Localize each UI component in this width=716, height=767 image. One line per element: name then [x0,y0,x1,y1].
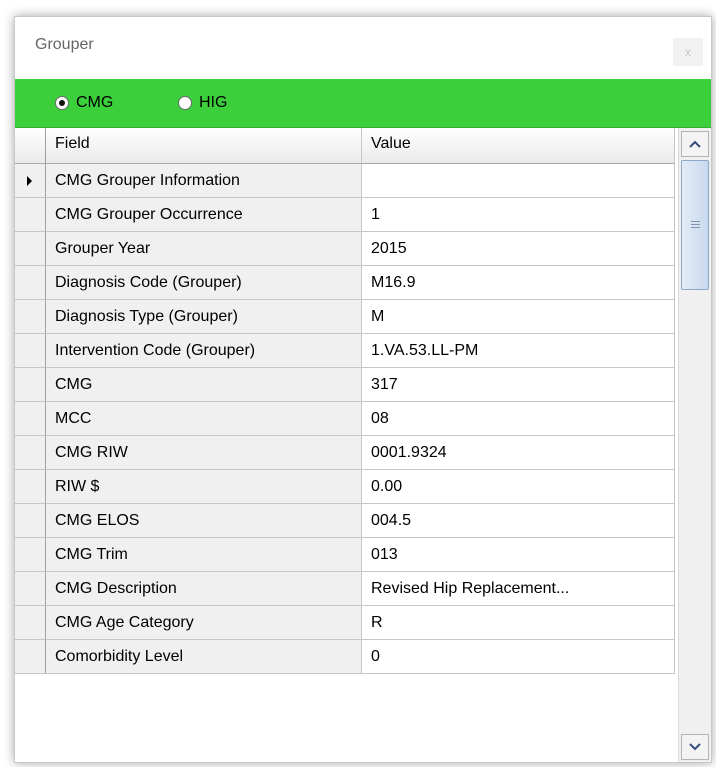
table-row[interactable]: CMG Trim 013 [15,538,675,572]
value-cell[interactable]: 0001.9324 [362,436,675,470]
value-cell[interactable]: M16.9 [362,266,675,300]
table-row[interactable]: CMG Grouper Information [15,164,675,198]
field-cell[interactable]: Diagnosis Code (Grouper) [46,266,362,300]
table-row[interactable]: Diagnosis Code (Grouper) M16.9 [15,266,675,300]
grip-line [691,224,700,225]
value-cell[interactable] [362,164,675,198]
radio-unchecked-icon [178,96,192,110]
table-row[interactable]: Comorbidity Level 0 [15,640,675,674]
row-header[interactable] [15,538,46,572]
value-cell[interactable]: 0 [362,640,675,674]
field-cell[interactable]: CMG Age Category [46,606,362,640]
row-header[interactable] [15,470,46,504]
cmg-radio-label: CMG [76,94,114,111]
value-cell[interactable]: 1.VA.53.LL-PM [362,334,675,368]
window-title: Grouper [35,36,94,53]
hig-radio[interactable]: HIG [178,91,227,115]
grid-header-row: Field Value [15,128,675,164]
scroll-down-button[interactable] [681,734,709,760]
field-cell[interactable]: Diagnosis Type (Grouper) [46,300,362,334]
row-header[interactable] [15,198,46,232]
field-cell[interactable]: RIW $ [46,470,362,504]
grouper-type-toolbar: CMG HIG [15,79,711,128]
table-row[interactable]: CMG RIW 0001.9324 [15,436,675,470]
row-header[interactable] [15,436,46,470]
chevron-up-icon [689,140,701,148]
value-cell[interactable]: 013 [362,538,675,572]
radio-checked-icon [55,96,69,110]
table-row[interactable]: MCC 08 [15,402,675,436]
table-row[interactable]: CMG Description Revised Hip Replacement..… [15,572,675,606]
scroll-up-button[interactable] [681,131,709,157]
chevron-down-icon [689,743,701,751]
row-header[interactable] [15,368,46,402]
grip-line [691,227,700,228]
row-header[interactable] [15,266,46,300]
field-cell[interactable]: CMG Grouper Information [46,164,362,198]
close-button[interactable]: x [673,38,703,66]
value-cell[interactable]: 004.5 [362,504,675,538]
column-header-value[interactable]: Value [362,128,675,164]
value-cell[interactable]: 0.00 [362,470,675,504]
table-row[interactable]: CMG Grouper Occurrence 1 [15,198,675,232]
field-cell[interactable]: CMG ELOS [46,504,362,538]
field-value-grid[interactable]: Field Value CMG Grouper Information CMG G… [15,128,711,762]
row-header[interactable] [15,334,46,368]
row-header[interactable] [15,606,46,640]
row-header[interactable] [15,504,46,538]
row-header[interactable] [15,232,46,266]
row-header-corner [15,128,46,164]
close-icon: x [685,45,691,59]
table-row[interactable]: CMG Age Category R [15,606,675,640]
value-cell[interactable]: 317 [362,368,675,402]
current-row-arrow-icon [27,176,32,186]
value-cell[interactable]: R [362,606,675,640]
row-header[interactable] [15,164,46,198]
field-cell[interactable]: Intervention Code (Grouper) [46,334,362,368]
field-cell[interactable]: CMG Description [46,572,362,606]
field-cell[interactable]: CMG Trim [46,538,362,572]
row-header[interactable] [15,640,46,674]
scroll-thumb[interactable] [681,160,709,290]
field-cell[interactable]: CMG Grouper Occurrence [46,198,362,232]
grouper-window: Grouper x CMG HIG Field Value CMG Groupe… [14,16,712,763]
field-cell[interactable]: CMG [46,368,362,402]
field-cell[interactable]: Comorbidity Level [46,640,362,674]
row-header[interactable] [15,300,46,334]
value-cell[interactable]: 2015 [362,232,675,266]
value-cell[interactable]: 08 [362,402,675,436]
hig-radio-label: HIG [199,94,228,111]
column-header-field[interactable]: Field [46,128,362,164]
cmg-radio[interactable]: CMG [55,91,113,115]
row-header[interactable] [15,572,46,606]
value-cell[interactable]: 1 [362,198,675,232]
title-bar: Grouper x [15,17,711,79]
field-cell[interactable]: CMG RIW [46,436,362,470]
value-cell[interactable]: M [362,300,675,334]
table-row[interactable]: Grouper Year 2015 [15,232,675,266]
table-row[interactable]: Intervention Code (Grouper) 1.VA.53.LL-PM [15,334,675,368]
table-row[interactable]: CMG ELOS 004.5 [15,504,675,538]
grip-line [691,221,700,222]
vertical-scrollbar[interactable] [678,128,711,762]
value-cell[interactable]: Revised Hip Replacement... [362,572,675,606]
field-cell[interactable]: MCC [46,402,362,436]
table-row[interactable]: CMG 317 [15,368,675,402]
row-header[interactable] [15,402,46,436]
table-row[interactable]: Diagnosis Type (Grouper) M [15,300,675,334]
field-cell[interactable]: Grouper Year [46,232,362,266]
table-row[interactable]: RIW $0.00 [15,470,675,504]
